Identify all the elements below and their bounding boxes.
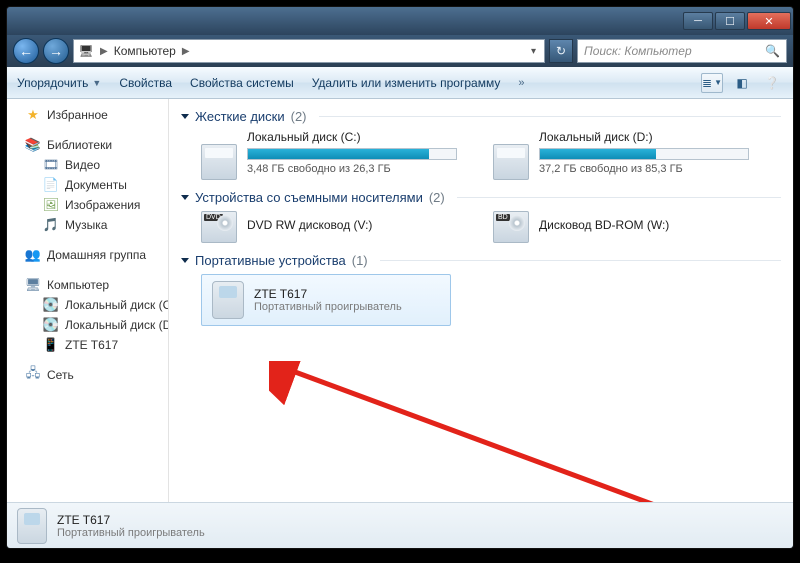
chevron-down-icon: ▼ <box>92 78 101 88</box>
sidebar-item-documents[interactable]: 📄 Документы <box>7 175 168 195</box>
music-icon: 🎵 <box>43 217 59 233</box>
homegroup-icon: 👥 <box>25 247 41 263</box>
capacity-bar <box>539 148 749 160</box>
category-header[interactable]: Жесткие диски (2) <box>181 107 781 130</box>
details-pane: ZTE T617 Портативный проигрыватель <box>7 502 793 548</box>
drive-dvd[interactable]: DVD DVD RW дисковод (V:) <box>201 211 461 243</box>
explorer-window: ─ ☐ ✕ ← → 🖥 ▶ Компьютер ▶ ▾ ↻ Поиск: Ком… <box>6 6 794 549</box>
view-options-button[interactable]: ≣ ▼ <box>701 73 723 93</box>
sidebar-item-music[interactable]: 🎵 Музыка <box>7 215 168 235</box>
category-portable: Портативные устройства (1) ZTE T617 Порт… <box>181 251 781 326</box>
sidebar-item-network[interactable]: 🖧 Сеть <box>7 365 168 385</box>
optical-drive-icon: DVD <box>201 211 237 243</box>
main-pane: Жесткие диски (2) Локальный диск (C:) 3,… <box>169 99 793 502</box>
help-button[interactable]: ❔ <box>761 73 783 93</box>
drive-c[interactable]: Локальный диск (C:) 3,48 ГБ свободно из … <box>201 130 461 180</box>
device-title: ZTE T617 <box>254 287 402 301</box>
properties-button[interactable]: Свойства <box>119 76 172 90</box>
hard-drive-icon <box>493 144 529 180</box>
command-bar: Упорядочить ▼ Свойства Свойства системы … <box>7 67 793 99</box>
breadcrumb[interactable]: 🖥 ▶ Компьютер ▶ ▾ <box>73 39 545 63</box>
sidebar-item-video[interactable]: 🎞 Видео <box>7 155 168 175</box>
sidebar-item-libraries[interactable]: 📚 Библиотеки <box>7 135 168 155</box>
video-icon: 🎞 <box>43 157 59 173</box>
status-title: ZTE T617 <box>57 513 205 527</box>
collapse-icon <box>181 114 189 119</box>
portable-device-selected[interactable]: ZTE T617 Портативный проигрыватель <box>201 274 451 326</box>
drive-free-text: 3,48 ГБ свободно из 26,3 ГБ <box>247 163 457 175</box>
optical-drive-icon: BD <box>493 211 529 243</box>
nav-row: ← → 🖥 ▶ Компьютер ▶ ▾ ↻ Поиск: Компьютер… <box>7 35 793 67</box>
breadcrumb-dropdown[interactable]: ▾ <box>527 46 540 57</box>
minimize-button[interactable]: ─ <box>683 12 713 30</box>
computer-icon: 🖥 <box>78 43 94 59</box>
drive-free-text: 37,2 ГБ свободно из 85,3 ГБ <box>539 163 749 175</box>
sidebar-item-images[interactable]: 🖼 Изображения <box>7 195 168 215</box>
device-subtitle: Портативный проигрыватель <box>254 301 402 313</box>
nav-forward-button[interactable]: → <box>43 38 69 64</box>
overflow-chevron[interactable]: » <box>518 77 524 89</box>
chevron-right-icon: ▶ <box>182 46 190 57</box>
search-placeholder: Поиск: Компьютер <box>584 44 692 58</box>
portable-device-icon <box>212 281 244 319</box>
status-subtitle: Портативный проигрыватель <box>57 527 205 539</box>
sidebar-item-computer[interactable]: 🖥 Компьютер <box>7 275 168 295</box>
hard-drive-icon <box>201 144 237 180</box>
close-button[interactable]: ✕ <box>747 12 791 30</box>
collapse-icon <box>181 195 189 200</box>
sidebar-item-homegroup[interactable]: 👥 Домашняя группа <box>7 245 168 265</box>
drive-label: Локальный диск (D:) <box>539 130 749 144</box>
network-icon: 🖧 <box>25 367 41 383</box>
drive-label: Локальный диск (C:) <box>247 130 457 144</box>
maximize-button[interactable]: ☐ <box>715 12 745 30</box>
libraries-icon: 📚 <box>25 137 41 153</box>
sidebar-item-local-d[interactable]: 💽 Локальный диск (D <box>7 315 168 335</box>
sidebar-item-favorites[interactable]: ★ Избранное <box>7 105 168 125</box>
breadcrumb-item[interactable]: Компьютер <box>114 44 176 58</box>
computer-icon: 🖥 <box>25 277 41 293</box>
drive-icon: 💽 <box>43 317 59 333</box>
drive-label: Дисковод BD-ROM (W:) <box>539 218 669 232</box>
document-icon: 📄 <box>43 177 59 193</box>
star-icon: ★ <box>25 107 41 123</box>
search-input[interactable]: Поиск: Компьютер 🔍 <box>577 39 787 63</box>
nav-tree: ★ Избранное 📚 Библиотеки 🎞 Видео 📄 <box>7 99 169 502</box>
preview-pane-button[interactable]: ◧ <box>731 73 753 93</box>
category-hard-drives: Жесткие диски (2) Локальный диск (C:) 3,… <box>181 107 781 180</box>
drive-bd[interactable]: BD Дисковод BD-ROM (W:) <box>493 211 753 243</box>
organize-menu[interactable]: Упорядочить ▼ <box>17 76 101 90</box>
category-header[interactable]: Устройства со съемными носителями (2) <box>181 188 781 211</box>
nav-back-button[interactable]: ← <box>13 38 39 64</box>
drive-icon: 💽 <box>43 297 59 313</box>
uninstall-program-button[interactable]: Удалить или изменить программу <box>312 76 501 90</box>
system-properties-button[interactable]: Свойства системы <box>190 76 294 90</box>
annotation-arrow <box>269 361 789 502</box>
image-icon: 🖼 <box>43 197 59 213</box>
refresh-button[interactable]: ↻ <box>549 39 573 63</box>
category-removable: Устройства со съемными носителями (2) DV… <box>181 188 781 243</box>
category-header[interactable]: Портативные устройства (1) <box>181 251 781 274</box>
drive-label: DVD RW дисковод (V:) <box>247 218 372 232</box>
search-icon: 🔍 <box>765 44 780 58</box>
sidebar-item-zte[interactable]: 📱 ZTE T617 <box>7 335 168 355</box>
chevron-right-icon: ▶ <box>100 46 108 57</box>
content-area: ★ Избранное 📚 Библиотеки 🎞 Видео 📄 <box>7 99 793 502</box>
portable-device-icon <box>17 508 47 544</box>
collapse-icon <box>181 258 189 263</box>
drive-d[interactable]: Локальный диск (D:) 37,2 ГБ свободно из … <box>493 130 753 180</box>
capacity-bar <box>247 148 457 160</box>
titlebar: ─ ☐ ✕ <box>7 7 793 35</box>
device-icon: 📱 <box>43 337 59 353</box>
sidebar-item-local-c[interactable]: 💽 Локальный диск (C <box>7 295 168 315</box>
